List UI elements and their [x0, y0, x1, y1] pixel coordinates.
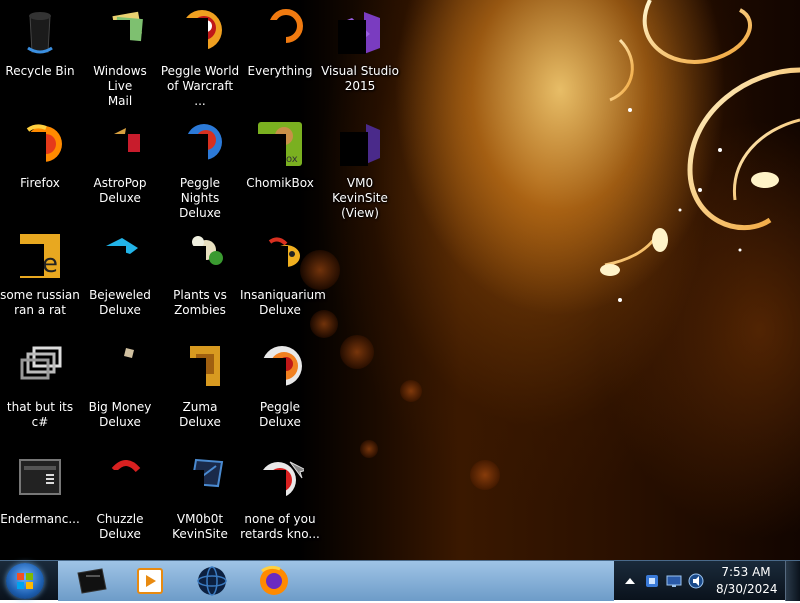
astropop-icon [96, 120, 144, 168]
desktop-icon-vm0b0t-kevinsite[interactable]: VM0b0t KevinSite [160, 452, 240, 560]
media-player-icon [137, 568, 163, 594]
desktop-icon-label: Bejeweled Deluxe [89, 288, 151, 317]
desktop-icon-bejeweled[interactable]: Bejeweled Deluxe [80, 228, 160, 340]
chomikbox-icon: ox [256, 120, 304, 168]
desktop-icon-windows-live-mail[interactable]: Windows Live Mail [80, 4, 160, 116]
wallpaper-bokeh [470, 460, 500, 490]
firefox-icon [16, 120, 64, 168]
desktop-icon-label: Plants vs Zombies [173, 288, 227, 317]
svg-text:ox: ox [286, 154, 298, 165]
desktop-icon-peggle-world-of-warcraft[interactable]: Peggle World of Warcraft ... [160, 4, 240, 116]
visual-studio-icon [336, 8, 384, 56]
desktop-icon-label: AstroPop Deluxe [93, 176, 147, 205]
vm0b0t-kevinsite-icon [176, 456, 224, 504]
desktop-icon-label: that but its c# [6, 400, 74, 429]
wallpaper-bokeh [340, 335, 374, 369]
desktop-icon-label: Windows Live Mail [93, 64, 147, 108]
wallpaper-bokeh [400, 380, 422, 402]
desktop-icon-firefox[interactable]: Firefox [0, 116, 80, 228]
start-button[interactable] [6, 563, 44, 599]
desktop-icon-label: Chuzzle Deluxe [96, 512, 144, 541]
big-money-icon [96, 344, 144, 392]
desktop-icon-label: Firefox [20, 176, 60, 190]
clock-date[interactable]: 8/30/2024 [716, 582, 778, 596]
recycle-bin-icon [16, 8, 64, 56]
some-russian-ran-a-rat-icon: e [16, 232, 64, 280]
desktop-icon-label: Zuma Deluxe [179, 400, 221, 429]
taskbar: 7:53 AM 8/30/2024 [0, 560, 800, 601]
peggle-nights-icon [176, 120, 224, 168]
desktop-icon-label: Big Money Deluxe [88, 400, 152, 429]
taskbar-app-firefox[interactable] [244, 563, 304, 599]
desktop-icon-label: Everything [247, 64, 313, 78]
desktop-icon-visual-studio[interactable]: Visual Studio 2015 [320, 4, 400, 116]
display-icon[interactable] [666, 573, 682, 589]
console-app-icon [77, 568, 107, 594]
desktop-icon-label: Peggle Nights Deluxe [179, 176, 221, 220]
windows-start-icon [17, 573, 33, 589]
wallpaper-swirl [600, 0, 800, 302]
desktop-icon-vm0-kevinsite-view[interactable]: VM0 KevinSite (View) [320, 116, 400, 228]
plants-vs-zombies-icon [176, 232, 224, 280]
desktop-icon-that-but-its-csharp[interactable]: that but its c# [0, 340, 80, 452]
desktop-icon-label: VM0 KevinSite (View) [332, 176, 388, 220]
desktop-icon-endermanch[interactable]: Endermanc... [0, 452, 80, 560]
endermanch-icon [16, 456, 64, 504]
everything-icon [256, 8, 304, 56]
desktop-icon-big-money[interactable]: Big Money Deluxe [80, 340, 160, 452]
desktop-icon-label: Endermanc... [0, 512, 80, 526]
desktop-icon-astropop[interactable]: AstroPop Deluxe [80, 116, 160, 228]
none-of-you-icon [256, 456, 308, 504]
desktop-icon-label: Visual Studio 2015 [321, 64, 399, 93]
network-icon[interactable] [644, 573, 660, 589]
desktop-icon-recycle-bin[interactable]: Recycle Bin [0, 4, 80, 116]
zuma-icon [176, 344, 224, 392]
wallpaper-bokeh [360, 440, 378, 458]
desktop-icon-chomikbox[interactable]: ox ChomikBox [240, 116, 320, 228]
show-hidden-icons-icon[interactable] [622, 573, 638, 589]
desktop-icon-label: some russian ran a rat [0, 288, 80, 317]
windows-live-mail-icon [96, 8, 144, 56]
desktop-icon-label: VM0b0t KevinSite [172, 512, 228, 541]
desktop[interactable]: Recycle Bin Windows Live Mail Peggle Wor… [0, 0, 800, 560]
desktop-icon-none-of-you[interactable]: none of you retards kno... [240, 452, 320, 560]
desktop-icon-label: Insaniquarium Deluxe [240, 288, 326, 317]
taskbar-app-media-player[interactable] [120, 563, 180, 599]
taskbar-app-globe[interactable] [182, 563, 242, 599]
desktop-icon-label: ChomikBox [246, 176, 314, 190]
bejeweled-icon [96, 232, 144, 280]
desktop-icon-peggle-nights[interactable]: Peggle Nights Deluxe [160, 116, 240, 228]
firefox-icon [260, 565, 288, 595]
svg-text:e: e [42, 249, 58, 279]
that-but-its-csharp-icon [16, 344, 64, 392]
globe-app-icon [197, 566, 227, 596]
desktop-icon-label: Recycle Bin [5, 64, 75, 78]
desktop-icon-plants-vs-zombies[interactable]: Plants vs Zombies [160, 228, 240, 340]
desktop-icon-label: none of you retards kno... [240, 512, 320, 541]
desktop-icon-chuzzle[interactable]: Chuzzle Deluxe [80, 452, 160, 560]
desktop-icon-everything[interactable]: Everything [240, 4, 320, 116]
system-tray: 7:53 AM 8/30/2024 [616, 561, 800, 601]
desktop-icon-label: Peggle Deluxe [259, 400, 301, 429]
insaniquarium-icon [256, 232, 304, 280]
desktop-icon-insaniquarium[interactable]: Insaniquarium Deluxe [240, 228, 326, 340]
taskbar-apps [58, 561, 614, 601]
chuzzle-icon [96, 456, 144, 504]
desktop-icon-zuma[interactable]: Zuma Deluxe [160, 340, 240, 452]
peggle-world-of-warcraft-icon [176, 8, 224, 56]
peggle-deluxe-icon [256, 344, 304, 392]
volume-icon[interactable] [688, 573, 704, 589]
desktop-icon-peggle-deluxe[interactable]: Peggle Deluxe [240, 340, 320, 452]
show-desktop-button[interactable] [785, 561, 800, 601]
clock-time[interactable]: 7:53 AM [716, 565, 776, 579]
desktop-icon-label: Peggle World of Warcraft ... [160, 64, 240, 108]
taskbar-app-console[interactable] [62, 563, 122, 599]
vm0-kevinsite-view-icon [336, 120, 384, 168]
desktop-icon-some-russian-ran-a-rat[interactable]: e some russian ran a rat [0, 228, 80, 340]
